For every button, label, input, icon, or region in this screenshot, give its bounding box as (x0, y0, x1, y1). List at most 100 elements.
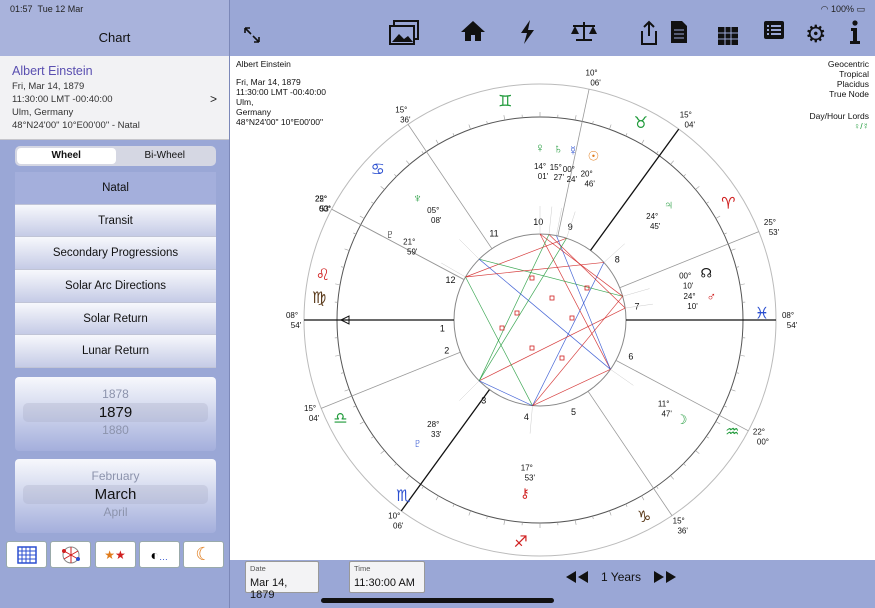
lightning-button[interactable] (520, 20, 536, 44)
menu-solar-return[interactable]: Solar Return (15, 302, 216, 336)
node-type: True Node (829, 89, 869, 99)
zodiac-frame: Geocentric (827, 59, 869, 69)
home-indicator (321, 598, 554, 603)
scales-button[interactable] (570, 20, 598, 42)
cusp-degree-label: 10° (586, 68, 598, 77)
zodiac-sign-glyph: ♋ (370, 162, 384, 179)
degree-tick (574, 115, 577, 121)
gallery-icon (389, 20, 419, 45)
cusp-degree-label: 25° (764, 218, 776, 227)
aspect-line (539, 233, 611, 370)
settings-button[interactable]: ⚙ (805, 20, 827, 49)
cusp-degree-label: 08° (782, 311, 794, 320)
planet-glyph: ♄ (553, 141, 563, 156)
year-picker[interactable]: 1878 1879 1880 (15, 377, 216, 451)
table-button[interactable] (717, 26, 739, 46)
menu-natal[interactable]: Natal (15, 172, 216, 205)
menu-secondary-progressions[interactable]: Secondary Progressions (15, 237, 216, 271)
planet-glyph: ♆ (413, 191, 423, 206)
planet-minute: 45' (650, 222, 661, 231)
moon-button[interactable]: ☾ (183, 541, 224, 568)
clock: 01:57 (10, 4, 33, 14)
grid-button[interactable] (6, 541, 47, 568)
document-button[interactable] (670, 20, 688, 44)
eclipse-button[interactable]: ◐… (138, 541, 180, 568)
cusp-minute-label: 53' (769, 228, 780, 237)
date-field[interactable]: Date Mar 14, 1879 (245, 561, 319, 601)
battery: ◠ 100% ▭ (821, 4, 865, 15)
time-value: 11:30:00 AM (354, 577, 415, 589)
menu-solar-arc-directions[interactable]: Solar Arc Directions (15, 270, 216, 303)
segment-bi-wheel[interactable]: Bi-Wheel (116, 148, 215, 164)
degree-tick (656, 151, 659, 154)
degree-tick (406, 160, 410, 165)
cusp-degree-label: 15° (680, 110, 692, 119)
cusp-degree-label: 15° (395, 105, 407, 114)
list-button[interactable] (763, 20, 785, 40)
document-icon (671, 21, 687, 43)
sidebar: Chart Albert Einstein Fri, Mar 14, 1879 … (0, 0, 230, 608)
degree-tick (592, 120, 594, 124)
planet-minute: 08' (431, 216, 442, 225)
grid-icon (16, 545, 37, 564)
aspect-pattern-button[interactable] (50, 541, 92, 568)
degree-tick (371, 436, 374, 439)
day-hour-lords-value: ♀/☿ (853, 121, 869, 131)
planet-pointer (622, 288, 650, 297)
aspect-line (478, 258, 611, 370)
gallery-button[interactable] (389, 20, 419, 46)
planet-minute: 47' (661, 410, 672, 419)
rewind-icon[interactable] (565, 570, 589, 584)
degree-tick (739, 354, 745, 357)
home-button[interactable] (460, 20, 486, 42)
month-current: March (23, 485, 208, 504)
share-button[interactable] (638, 20, 660, 46)
planet-degree: 24° (646, 212, 658, 221)
chart-country: Germany (236, 107, 271, 117)
person-card[interactable]: Albert Einstein Fri, Mar 14, 1879 11:30:… (0, 56, 229, 140)
aspect-marker (514, 310, 520, 316)
degree-tick (503, 115, 506, 121)
info-button[interactable] (850, 20, 860, 44)
planet-glyph: ☊ (701, 265, 713, 280)
house-number: 12 (445, 275, 455, 285)
aspect-pattern-icon (61, 546, 80, 563)
person-date: Fri, Mar 14, 1879 (12, 81, 85, 92)
month-picker[interactable]: February March April (15, 459, 216, 533)
menu-lunar-return[interactable]: Lunar Return (15, 335, 216, 369)
cusp-minute-label: 00° (757, 437, 769, 446)
sidebar-toolbox: ★★ ◐… ☾ (6, 541, 224, 568)
menu-transit[interactable]: Transit (15, 204, 216, 238)
aspect-line (532, 296, 623, 406)
degree-tick (371, 201, 374, 204)
house-number: 6 (628, 352, 633, 362)
house-number: 1 (440, 324, 445, 334)
house-cusp-line (321, 351, 461, 409)
degree-tick (736, 266, 740, 268)
degree-tick (715, 421, 721, 425)
fast-forward-icon[interactable] (653, 570, 677, 584)
chart-info-right: Geocentric Tropical Placidus True Node D… (809, 59, 869, 131)
planet-glyph: ♇ (413, 435, 423, 450)
degree-tick (670, 475, 674, 480)
planet-glyph: ♃ (664, 197, 674, 212)
degree-tick (353, 232, 357, 235)
degree-tick (706, 436, 709, 439)
cusp-minute-label: 06' (590, 78, 601, 87)
time-field[interactable]: Time 11:30:00 AM (349, 561, 425, 593)
aspect-marker (559, 355, 565, 361)
planet-degree: 24° (683, 292, 695, 301)
stars-button[interactable]: ★★ (94, 541, 136, 568)
degree-tick (723, 405, 727, 408)
segment-wheel[interactable]: Wheel (17, 148, 116, 164)
natal-wheel[interactable]: 08°54'22°00°15°36'15°04'25°53'08°54'22°0… (230, 56, 875, 560)
expand-button[interactable] (243, 26, 261, 44)
aspect-line (478, 234, 550, 381)
battery-level: 100% (830, 4, 854, 14)
degree-tick (625, 503, 628, 507)
chart-area: Albert Einstein Fri, Mar 14, 1879 11:30:… (230, 56, 875, 560)
house-number: 2 (444, 345, 449, 355)
degree-tick (486, 120, 488, 124)
degree-tick (683, 463, 686, 466)
planet-degree: 14° (534, 162, 546, 171)
